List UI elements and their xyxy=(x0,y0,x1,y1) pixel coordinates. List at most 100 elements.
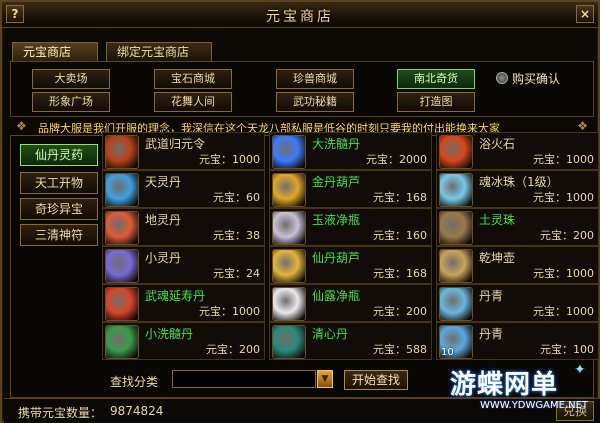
category-button[interactable]: 珍兽商城 xyxy=(276,69,354,89)
exchange-button[interactable]: 兑换 xyxy=(556,401,594,421)
item-price: 元宝：60 xyxy=(213,191,260,204)
item-name: 小洗髓丹 xyxy=(145,327,194,341)
item-price: 元宝：1000 xyxy=(199,153,260,166)
swirl-icon[interactable] xyxy=(105,211,139,245)
ice-pearl-icon[interactable] xyxy=(439,173,473,207)
item-grid: 武道归元令 元宝：1000 大洗髓丹 元宝：2000 浴火石 元宝：1000 天灵丹 元宝：6… xyxy=(102,132,599,360)
orb-icon[interactable] xyxy=(272,135,306,169)
category-button[interactable]: 花舞人间 xyxy=(154,92,232,112)
item-price: 元宝：168 xyxy=(373,267,427,280)
item-price: 元宝：160 xyxy=(373,229,427,242)
fire-stone-icon[interactable] xyxy=(439,135,473,169)
item-name: 仙丹葫芦 xyxy=(312,251,361,265)
item-price: 元宝：38 xyxy=(213,229,260,242)
subcategory-button[interactable]: 仙丹灵药 xyxy=(20,144,98,166)
shop-item[interactable]: 天灵丹元宝：60 xyxy=(102,170,265,208)
shop-item[interactable]: 魂冰珠（1级） 元宝：1000 xyxy=(436,170,599,208)
footer-bar: 携带元宝数量： 9874824 兑换 xyxy=(4,398,600,423)
item-name: 丹青 xyxy=(479,289,504,303)
category-button[interactable]: 南北奇货 xyxy=(397,69,475,89)
shop-item[interactable]: 金丹葫芦 元宝：168 xyxy=(269,170,432,208)
scroll-right-icon: ❖ xyxy=(577,119,588,133)
shop-item[interactable]: 武道归元令元宝：1000 xyxy=(102,132,265,170)
item-name: 清心丹 xyxy=(312,327,349,341)
item-name: 乾坤壶 xyxy=(479,251,516,265)
item-name: 土灵珠 xyxy=(479,213,516,227)
shop-item[interactable]: 大洗髓丹 元宝：2000 xyxy=(269,132,432,170)
category-button[interactable]: 宝石商城 xyxy=(154,69,232,89)
item-name: 浴火石 xyxy=(479,137,516,151)
shop-item[interactable]: 地灵丹元宝：38 xyxy=(102,208,265,246)
shop-item[interactable]: 仙露净瓶 元宝：200 xyxy=(269,284,432,322)
vase-icon[interactable] xyxy=(272,211,306,245)
window-title: 元宝商店 xyxy=(266,9,334,25)
shop-item[interactable]: 玉液净瓶 元宝：160 xyxy=(269,208,432,246)
category-button[interactable]: 武功秘籍 xyxy=(276,92,354,112)
item-name: 天灵丹 xyxy=(145,175,182,189)
swirl-icon[interactable] xyxy=(105,173,139,207)
item-price: 元宝：100 xyxy=(540,343,594,356)
box-icon[interactable] xyxy=(272,325,306,359)
item-name: 玉液净瓶 xyxy=(312,213,361,227)
shop-item[interactable]: 丹青元宝：1000 xyxy=(436,284,599,322)
swirl-icon[interactable] xyxy=(105,249,139,283)
dropdown-arrow-icon[interactable]: ▼ xyxy=(317,370,333,388)
start-search-button[interactable]: 开始查找 xyxy=(344,370,408,390)
vase-icon[interactable] xyxy=(272,287,306,321)
shop-item[interactable]: 清心丹元宝：588 xyxy=(269,322,432,360)
item-price: 元宝：24 xyxy=(213,267,260,280)
shop-item[interactable]: 浴火石元宝：1000 xyxy=(436,132,599,170)
scroll-left-icon: ❖ xyxy=(16,119,27,133)
item-name: 大洗髓丹 xyxy=(312,137,361,151)
search-category-label: 查找分类 xyxy=(110,375,159,389)
earth-pearl-icon[interactable] xyxy=(439,211,473,245)
tab-yuanbao-shop[interactable]: 元宝商店 xyxy=(12,42,98,62)
box-icon[interactable] xyxy=(105,325,139,359)
item-price: 元宝：200 xyxy=(373,305,427,318)
item-name: 魂冰珠（1级） xyxy=(479,175,559,189)
balance-label: 携带元宝数量： xyxy=(18,406,103,420)
item-price: 元宝：1000 xyxy=(533,267,594,280)
shop-item[interactable]: 10 丹青元宝：100 xyxy=(436,322,599,360)
token-icon[interactable] xyxy=(105,135,139,169)
item-name: 武道归元令 xyxy=(145,137,206,151)
teapot-icon[interactable] xyxy=(439,249,473,283)
item-price: 元宝：2000 xyxy=(366,153,427,166)
shop-item[interactable]: 土灵珠元宝：200 xyxy=(436,208,599,246)
subcategory-button[interactable]: 三清神符 xyxy=(20,224,98,246)
balance-value: 9874824 xyxy=(110,404,164,418)
gourd-icon[interactable] xyxy=(272,173,306,207)
subcategory-button[interactable]: 奇珍异宝 xyxy=(20,198,98,220)
item-name: 仙露净瓶 xyxy=(312,289,361,303)
shop-item[interactable]: 小洗髓丹 元宝：200 xyxy=(102,322,265,360)
purchase-confirm-label[interactable]: 购买确认 xyxy=(512,70,560,87)
shop-item[interactable]: 武魂延寿丹 元宝：1000 xyxy=(102,284,265,322)
item-price: 元宝：1000 xyxy=(533,191,594,204)
shop-item[interactable]: 小灵丹元宝：24 xyxy=(102,246,265,284)
gourd-icon[interactable] xyxy=(272,249,306,283)
category-button[interactable]: 大卖场 xyxy=(32,69,110,89)
subcategory-button[interactable]: 天工开物 xyxy=(20,172,98,194)
shop-window: ? 元宝商店 × 元宝商店 绑定元宝商店 大卖场 宝石商城 珍兽商城 南北奇货 … xyxy=(0,0,600,423)
item-name: 金丹葫芦 xyxy=(312,175,361,189)
item-price: 元宝：200 xyxy=(540,229,594,242)
item-price: 元宝：1000 xyxy=(533,153,594,166)
item-price: 元宝：200 xyxy=(206,343,260,356)
category-button[interactable]: 打造图 xyxy=(397,92,475,112)
item-name: 小灵丹 xyxy=(145,251,182,265)
item-price: 元宝：588 xyxy=(373,343,427,356)
painting-icon[interactable] xyxy=(439,287,473,321)
stack-count: 10 xyxy=(441,347,454,358)
close-button[interactable]: × xyxy=(576,5,594,23)
elixir-icon[interactable] xyxy=(105,287,139,321)
tab-bound-yuanbao-shop[interactable]: 绑定元宝商店 xyxy=(106,42,212,62)
item-price: 元宝：1000 xyxy=(533,305,594,318)
category-button[interactable]: 形象广场 xyxy=(32,92,110,112)
shop-item[interactable]: 乾坤壶元宝：1000 xyxy=(436,246,599,284)
search-category-input[interactable] xyxy=(172,370,316,388)
item-name: 丹青 xyxy=(479,327,504,341)
radio-icon[interactable] xyxy=(496,72,508,84)
item-name: 地灵丹 xyxy=(145,213,182,227)
shop-item[interactable]: 仙丹葫芦 元宝：168 xyxy=(269,246,432,284)
item-price: 元宝：1000 xyxy=(199,305,260,318)
